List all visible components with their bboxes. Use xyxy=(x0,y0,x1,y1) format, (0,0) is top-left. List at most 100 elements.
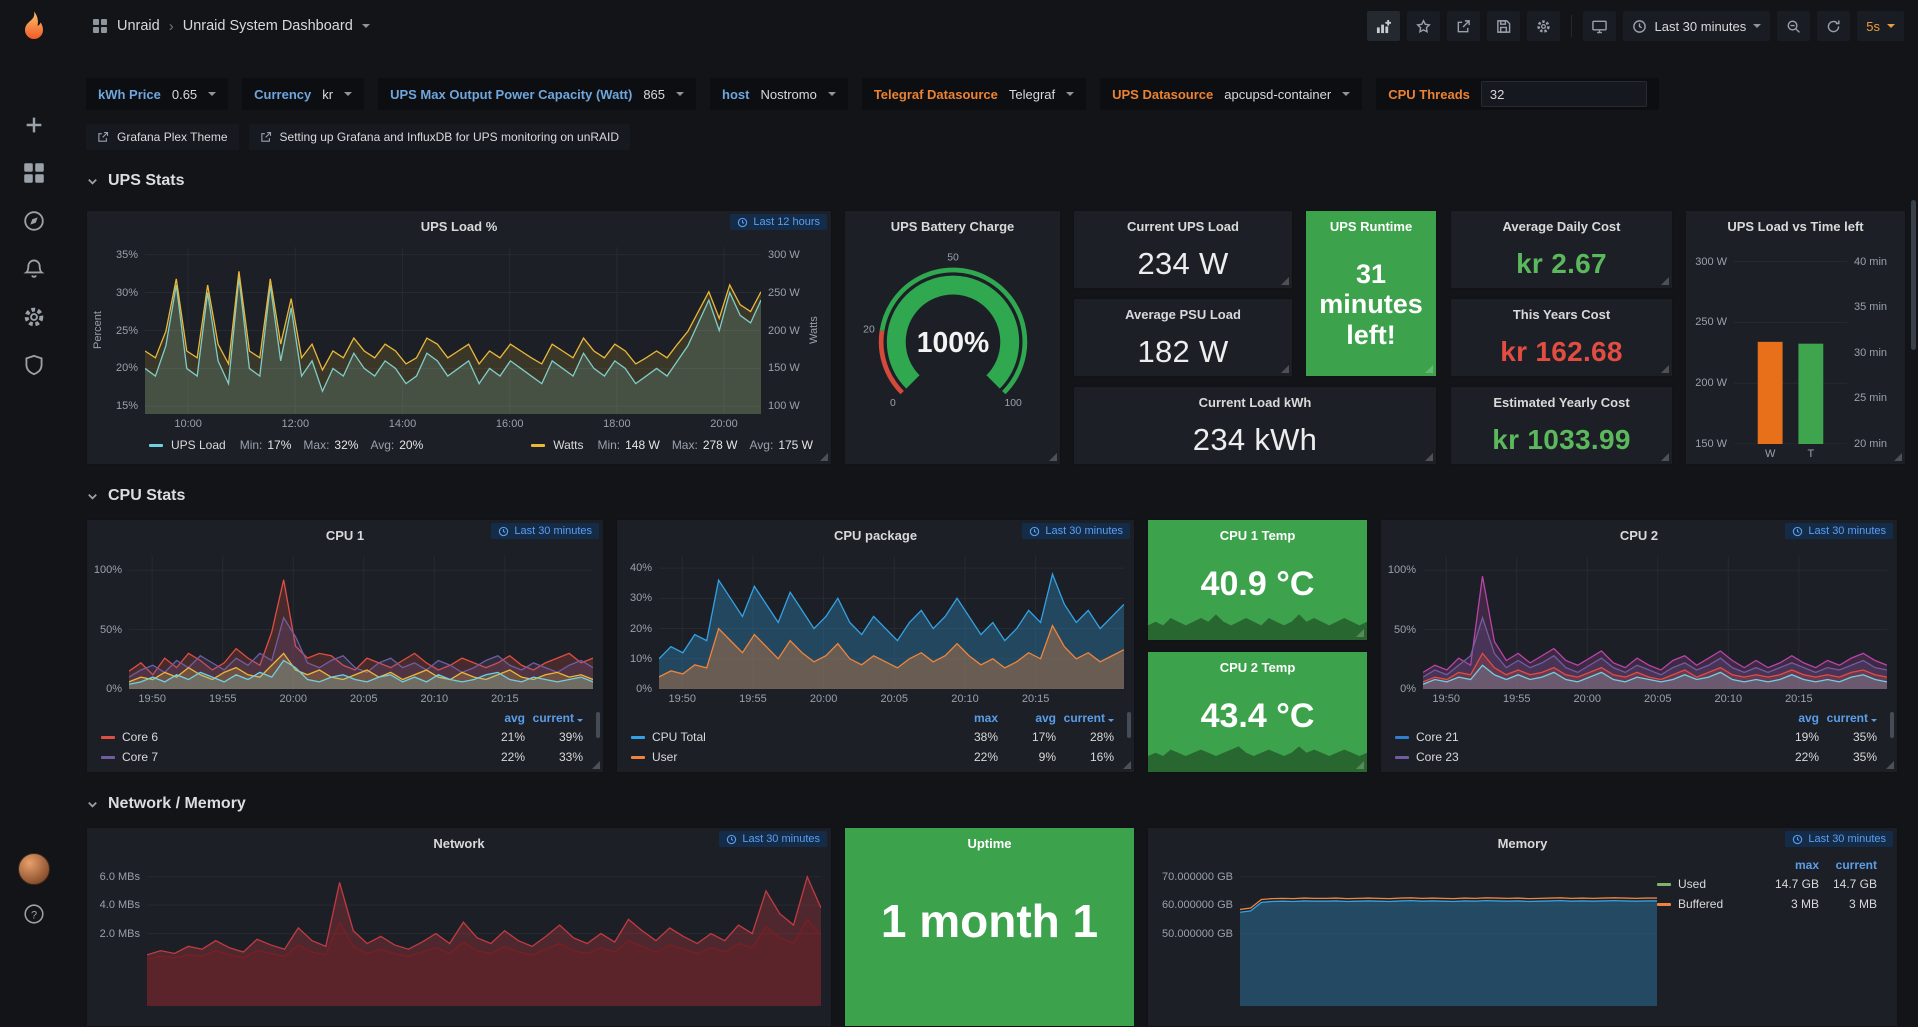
create-plus-icon[interactable] xyxy=(23,114,45,136)
legend-column-header[interactable]: avg xyxy=(998,711,1056,725)
refresh-button[interactable] xyxy=(1817,11,1850,41)
share-button[interactable] xyxy=(1447,11,1480,41)
section-cpu-stats[interactable]: CPU Stats xyxy=(86,487,185,505)
resize-handle[interactable] xyxy=(1356,629,1364,637)
variable-cpu-threads[interactable]: CPU Threads xyxy=(1376,78,1659,110)
server-admin-shield-icon[interactable] xyxy=(23,354,45,376)
panel-title[interactable]: CPU package xyxy=(834,528,917,543)
panel-title[interactable]: CPU 1 xyxy=(326,528,364,543)
panel-title[interactable]: Network xyxy=(433,836,484,851)
panel-title[interactable]: Current UPS Load xyxy=(1127,219,1239,234)
legend-column-header[interactable]: current xyxy=(1819,711,1877,725)
time-range-picker[interactable]: Last 30 minutes xyxy=(1623,11,1770,41)
panel-title[interactable]: UPS Runtime xyxy=(1330,219,1412,234)
legend-series-name[interactable]: Core 23 xyxy=(1395,750,1761,764)
star-button[interactable] xyxy=(1407,11,1440,41)
legend-series-name[interactable]: User xyxy=(631,750,940,764)
legend-series-name[interactable]: Core 7 xyxy=(101,750,467,764)
resize-handle[interactable] xyxy=(1886,761,1894,769)
variable-value[interactable]: 0.65 xyxy=(172,87,197,102)
resize-handle[interactable] xyxy=(1281,365,1289,373)
resize-handle[interactable] xyxy=(1049,453,1057,461)
configuration-gear-icon[interactable] xyxy=(23,306,45,328)
explore-compass-icon[interactable] xyxy=(23,210,45,232)
variable-kwh-price[interactable]: kWh Price0.65 xyxy=(86,78,228,110)
legend-item[interactable]: UPS LoadMin:17%Max:32%Avg:20% xyxy=(149,438,423,452)
variable-ups-max-output-power-capacity-watt-[interactable]: UPS Max Output Power Capacity (Watt)865 xyxy=(378,78,696,110)
legend-column-header[interactable]: avg xyxy=(467,711,525,725)
variable-value[interactable]: kr xyxy=(322,87,333,102)
resize-handle[interactable] xyxy=(1425,365,1433,373)
breadcrumb-app[interactable]: Unraid xyxy=(117,18,160,34)
legend-column-header[interactable]: current xyxy=(525,711,583,725)
plot-area[interactable]: WT xyxy=(1734,247,1847,444)
resize-handle[interactable] xyxy=(1661,453,1669,461)
link-ups-monitoring-guide[interactable]: Setting up Grafana and InfluxDB for UPS … xyxy=(249,124,631,150)
panel-title[interactable]: Average Daily Cost xyxy=(1502,219,1620,234)
legend-column-header[interactable]: current xyxy=(1056,711,1114,725)
variable-value[interactable]: Nostromo xyxy=(760,87,816,102)
plot-area[interactable] xyxy=(1240,864,1657,1006)
resize-handle[interactable] xyxy=(1661,365,1669,373)
resize-handle[interactable] xyxy=(1661,277,1669,285)
resize-handle[interactable] xyxy=(1123,761,1131,769)
panel-title[interactable]: Average PSU Load xyxy=(1125,307,1241,322)
resize-handle[interactable] xyxy=(1425,453,1433,461)
plot-area[interactable]: 19:5019:5520:0020:0520:1020:15 xyxy=(1423,556,1887,689)
grafana-logo[interactable] xyxy=(18,10,50,42)
help-icon[interactable]: ? xyxy=(23,903,45,925)
plot-area[interactable]: 19:5019:5520:0020:0520:1020:15 xyxy=(129,556,593,689)
link-grafana-plex-theme[interactable]: Grafana Plex Theme xyxy=(86,124,239,150)
resize-handle[interactable] xyxy=(820,453,828,461)
panel-title[interactable]: UPS Load vs Time left xyxy=(1727,219,1863,234)
panel-title[interactable]: UPS Battery Charge xyxy=(891,219,1015,234)
apps-grid-icon[interactable] xyxy=(92,18,108,34)
scrollbar-thumb[interactable] xyxy=(1911,200,1916,350)
legend-series-name[interactable]: CPU Total xyxy=(631,730,940,744)
legend-column-header[interactable]: avg xyxy=(1761,711,1819,725)
legend-series-name[interactable]: Core 6 xyxy=(101,730,467,744)
variable-ups-datasource[interactable]: UPS Datasourceapcupsd-container xyxy=(1100,78,1362,110)
panel-title[interactable]: Uptime xyxy=(967,836,1011,851)
panel-title[interactable]: Current Load kWh xyxy=(1199,395,1312,410)
panel-title[interactable]: UPS Load % xyxy=(421,219,498,234)
legend-column-header[interactable]: max xyxy=(1761,858,1819,872)
resize-handle[interactable] xyxy=(1356,761,1364,769)
legend-series-name[interactable]: Used xyxy=(1657,877,1761,891)
settings-gear-icon[interactable] xyxy=(1527,11,1560,41)
section-ups-stats[interactable]: UPS Stats xyxy=(86,172,184,190)
plot-area[interactable]: 10:0012:0014:0016:0018:0020:00 xyxy=(145,247,761,414)
variable-host[interactable]: hostNostromo xyxy=(710,78,848,110)
variable-telegraf-datasource[interactable]: Telegraf DatasourceTelegraf xyxy=(862,78,1086,110)
refresh-interval-picker[interactable]: 5s xyxy=(1857,11,1904,41)
legend-series-name[interactable]: Buffered xyxy=(1657,897,1761,911)
variable-value[interactable]: 865 xyxy=(643,87,665,102)
user-avatar[interactable] xyxy=(18,853,50,885)
legend-column-header[interactable]: current xyxy=(1819,858,1877,872)
resize-handle[interactable] xyxy=(1894,453,1902,461)
legend-column-header[interactable]: max xyxy=(940,711,998,725)
variable-input[interactable] xyxy=(1481,81,1647,107)
dashboard-caret-down-icon[interactable] xyxy=(362,24,370,28)
panel-title[interactable]: CPU 2 Temp xyxy=(1220,660,1296,675)
legend-item[interactable]: WattsMin:148 WMax:278 WAvg:175 W xyxy=(531,438,813,452)
plot-area[interactable]: 19:5019:5520:0020:0520:1020:15 xyxy=(659,556,1124,689)
zoom-out-button[interactable] xyxy=(1777,11,1810,41)
resize-handle[interactable] xyxy=(1281,277,1289,285)
section-network-memory[interactable]: Network / Memory xyxy=(86,795,246,813)
panel-title[interactable]: CPU 2 xyxy=(1620,528,1658,543)
save-button[interactable] xyxy=(1487,11,1520,41)
variable-currency[interactable]: Currencykr xyxy=(242,78,364,110)
breadcrumb-dashboard-title[interactable]: Unraid System Dashboard xyxy=(183,18,353,34)
cycle-view-monitor-button[interactable] xyxy=(1583,11,1616,41)
alerting-bell-icon[interactable] xyxy=(23,258,45,280)
variable-value[interactable]: Telegraf xyxy=(1009,87,1055,102)
dashboards-icon[interactable] xyxy=(23,162,45,184)
panel-title[interactable]: This Years Cost xyxy=(1513,307,1610,322)
panel-title[interactable]: Estimated Yearly Cost xyxy=(1493,395,1629,410)
panel-title[interactable]: Memory xyxy=(1498,836,1548,851)
resize-handle[interactable] xyxy=(592,761,600,769)
add-panel-button[interactable] xyxy=(1367,11,1400,41)
variable-value[interactable]: apcupsd-container xyxy=(1224,87,1331,102)
plot-area[interactable] xyxy=(147,864,821,1006)
